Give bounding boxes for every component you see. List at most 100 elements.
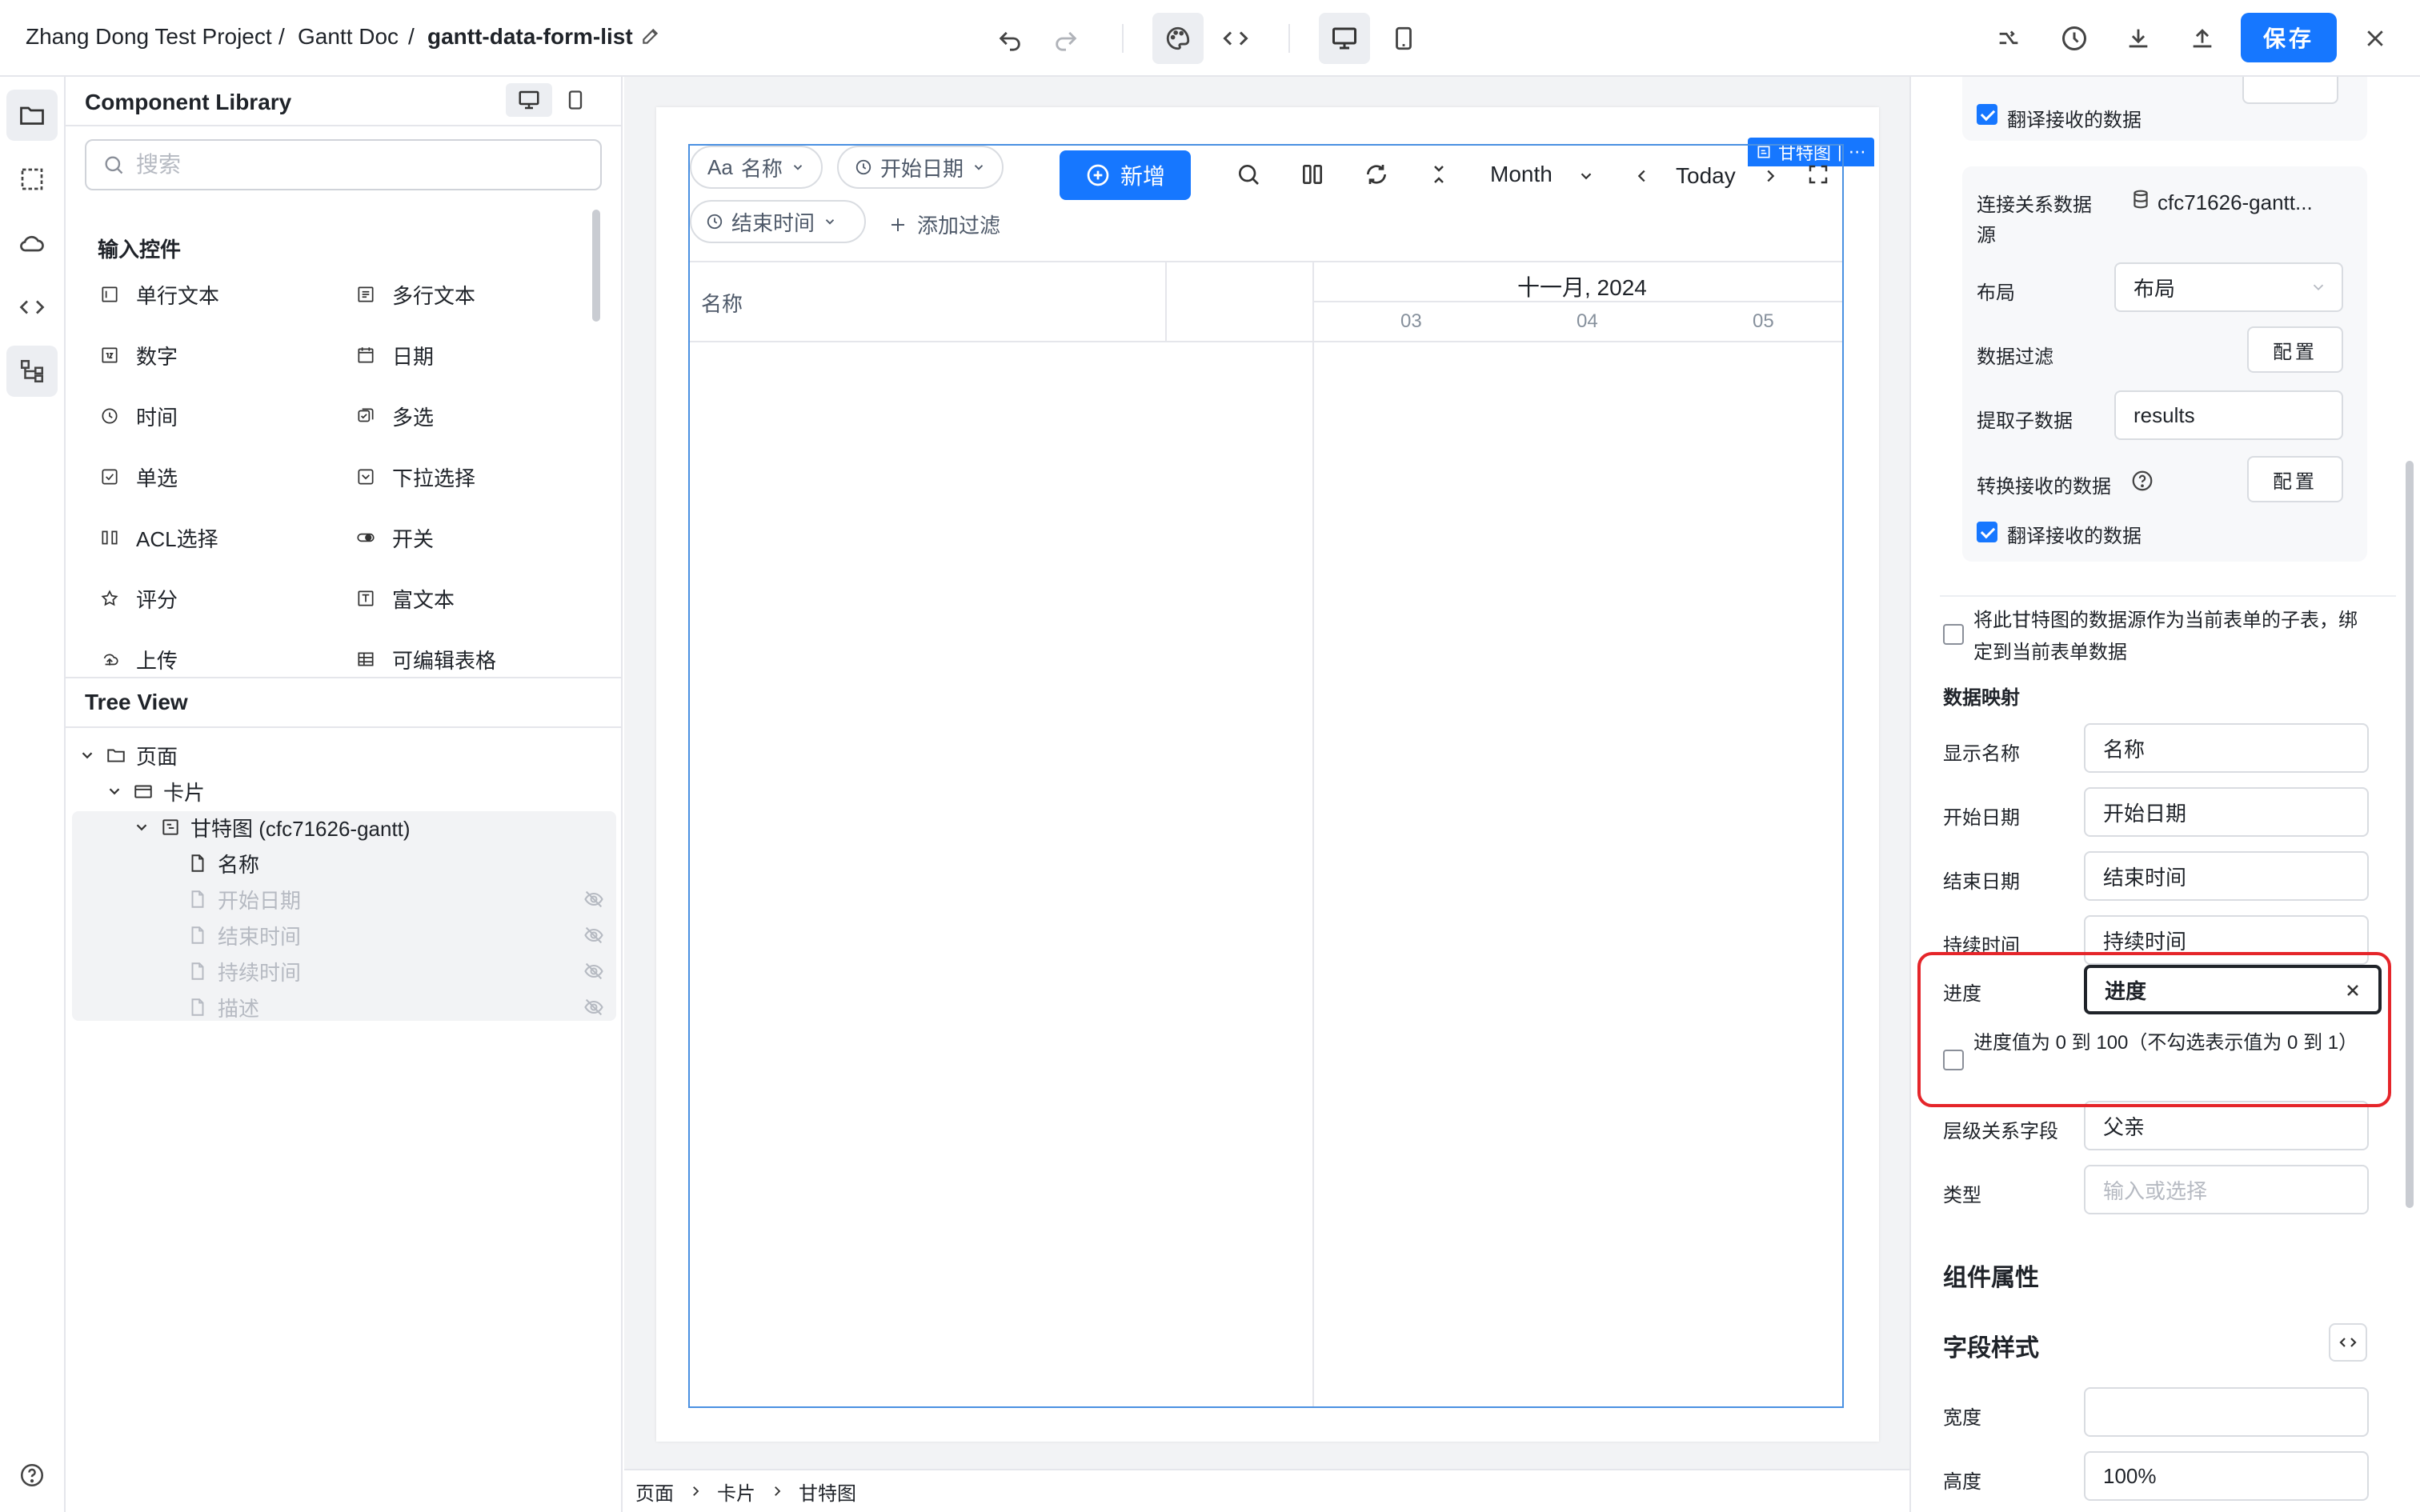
tree-node[interactable]: 描述	[160, 990, 607, 1025]
collapse-icon[interactable]	[1423, 158, 1455, 190]
translate-checkbox-top[interactable]	[1977, 104, 1997, 125]
mapping-input[interactable]: 结束时间	[2084, 851, 2369, 901]
chevron-down-icon[interactable]	[133, 818, 150, 836]
theme-palette-icon[interactable]	[1152, 13, 1204, 64]
mapping-input[interactable]: 开始日期	[2084, 787, 2369, 837]
chevron-down-icon	[2310, 278, 2327, 296]
breadcrumb-item[interactable]: 卡片	[717, 1478, 755, 1506]
extract-input[interactable]: results	[2114, 390, 2343, 440]
config-button-partial[interactable]	[2242, 77, 2338, 104]
tree-node[interactable]: 甘特图 (cfc71626-gantt)	[133, 810, 607, 845]
undo-icon[interactable]	[991, 19, 1029, 58]
add-button-label: 新增	[1120, 164, 1165, 189]
component-item[interactable]: 多选	[355, 400, 434, 432]
fullscreen-icon[interactable]	[1802, 158, 1834, 190]
eye-off-icon[interactable]	[583, 996, 605, 1018]
component-item[interactable]: 时间	[99, 400, 178, 432]
component-item[interactable]: 上传	[99, 643, 178, 675]
component-select-icon[interactable]	[6, 154, 58, 205]
help-icon[interactable]	[6, 1450, 58, 1501]
cloud-icon[interactable]	[6, 218, 58, 269]
component-item[interactable]: ACL选择	[99, 522, 218, 554]
component-item[interactable]: 评分	[99, 582, 178, 614]
breadcrumb-item[interactable]: 甘特图	[799, 1478, 856, 1506]
component-item[interactable]: 单选	[99, 461, 178, 493]
chevron-down-icon[interactable]	[1570, 160, 1602, 192]
component-item[interactable]: 单行文本	[99, 278, 219, 310]
desktop-view-icon[interactable]	[1319, 13, 1370, 64]
layout-select[interactable]: 布局	[2114, 262, 2343, 312]
subtable-checkbox[interactable]	[1943, 624, 1964, 645]
breadcrumb-item[interactable]: 页面	[635, 1478, 674, 1506]
add-task-button[interactable]: 新增	[1060, 150, 1191, 200]
filter-chip-start-date[interactable]: 开始日期	[837, 146, 1004, 189]
search-icon[interactable]	[1232, 158, 1264, 190]
relation-source-value[interactable]: cfc71626-gantt...	[2158, 190, 2313, 215]
style-code-icon[interactable]	[2329, 1323, 2367, 1362]
transform-config-button[interactable]: 配置	[2247, 456, 2343, 502]
close-icon[interactable]	[2356, 19, 2394, 58]
component-item[interactable]: 多行文本	[355, 278, 475, 310]
eye-off-icon[interactable]	[583, 924, 605, 946]
component-item[interactable]: 富文本	[355, 582, 455, 614]
mapping-input[interactable]: 名称	[2084, 723, 2369, 773]
properties-scrollbar[interactable]	[2406, 461, 2414, 1208]
redo-icon[interactable]	[1047, 19, 1085, 58]
component-item[interactable]: 日期	[355, 339, 434, 371]
tree-node[interactable]: 卡片	[106, 774, 607, 809]
search-input[interactable]	[136, 152, 568, 178]
history-clock-icon[interactable]	[2055, 19, 2093, 58]
width-input[interactable]	[2084, 1387, 2369, 1437]
code-icon[interactable]	[6, 282, 58, 333]
columns-icon[interactable]	[1296, 158, 1328, 190]
folder-icon[interactable]	[6, 90, 58, 141]
gantt-chart[interactable]: Aa 名称 开始日期 新增 Month Today 结束时间 添加过滤 名称 十…	[688, 144, 1844, 1408]
desktop-components-icon[interactable]	[506, 83, 552, 117]
component-item[interactable]: 下拉选择	[355, 461, 475, 493]
type-input[interactable]: 输入或选择	[2084, 1165, 2369, 1214]
filter-chip-name[interactable]: Aa 名称	[690, 146, 823, 189]
mobile-view-icon[interactable]	[1384, 19, 1423, 58]
tree-node[interactable]: 结束时间	[160, 918, 607, 953]
help-icon[interactable]	[2130, 469, 2154, 493]
save-button[interactable]: 保存	[2241, 13, 2337, 62]
mobile-components-icon[interactable]	[555, 83, 595, 117]
add-filter-button[interactable]: 添加过滤	[888, 210, 1000, 239]
breadcrumb-doc[interactable]: Gantt Doc	[298, 24, 399, 50]
tree-structure-icon[interactable]	[6, 346, 58, 397]
today-button[interactable]: Today	[1676, 163, 1736, 189]
filter-config-button[interactable]: 配置	[2247, 326, 2343, 373]
translate-checkbox[interactable]	[1977, 522, 1997, 542]
upload-icon[interactable]	[2183, 19, 2222, 58]
git-branch-icon[interactable]	[1989, 19, 2028, 58]
chevron-left-icon[interactable]	[1626, 160, 1658, 192]
chevron-down-icon[interactable]	[78, 746, 96, 764]
chevron-down-icon[interactable]	[106, 782, 123, 800]
view-mode-select[interactable]: Month	[1490, 162, 1553, 187]
chevron-right-icon[interactable]	[1754, 160, 1786, 192]
more-options-icon[interactable]: ⋯	[1849, 142, 1866, 162]
edit-pencil-icon[interactable]	[640, 26, 661, 46]
eye-off-icon[interactable]	[583, 888, 605, 910]
component-item[interactable]: 开关	[355, 522, 434, 554]
component-search[interactable]	[85, 139, 602, 190]
height-input[interactable]: 100%	[2084, 1451, 2369, 1501]
height-label: 高度	[1943, 1471, 1981, 1493]
parent-field-label: 层级关系字段	[1943, 1121, 2058, 1142]
name-column-header: 名称	[701, 292, 743, 316]
component-item[interactable]: 可编辑表格	[355, 643, 496, 675]
component-label: 日期	[392, 344, 435, 369]
divider	[1940, 595, 2396, 597]
parent-field-input[interactable]: 父亲	[2084, 1101, 2369, 1150]
tree-node[interactable]: 页面	[78, 738, 607, 773]
tree-node[interactable]: 名称	[160, 846, 607, 881]
breadcrumb-project[interactable]: Zhang Dong Test Project	[26, 24, 272, 50]
code-view-icon[interactable]	[1216, 19, 1255, 58]
tree-node[interactable]: 开始日期	[160, 882, 607, 917]
eye-off-icon[interactable]	[583, 960, 605, 982]
refresh-icon[interactable]	[1360, 158, 1392, 190]
tree-node[interactable]: 持续时间	[160, 954, 607, 989]
component-item[interactable]: 数字	[99, 339, 178, 371]
download-icon[interactable]	[2119, 19, 2158, 58]
library-scrollbar[interactable]	[592, 210, 600, 322]
